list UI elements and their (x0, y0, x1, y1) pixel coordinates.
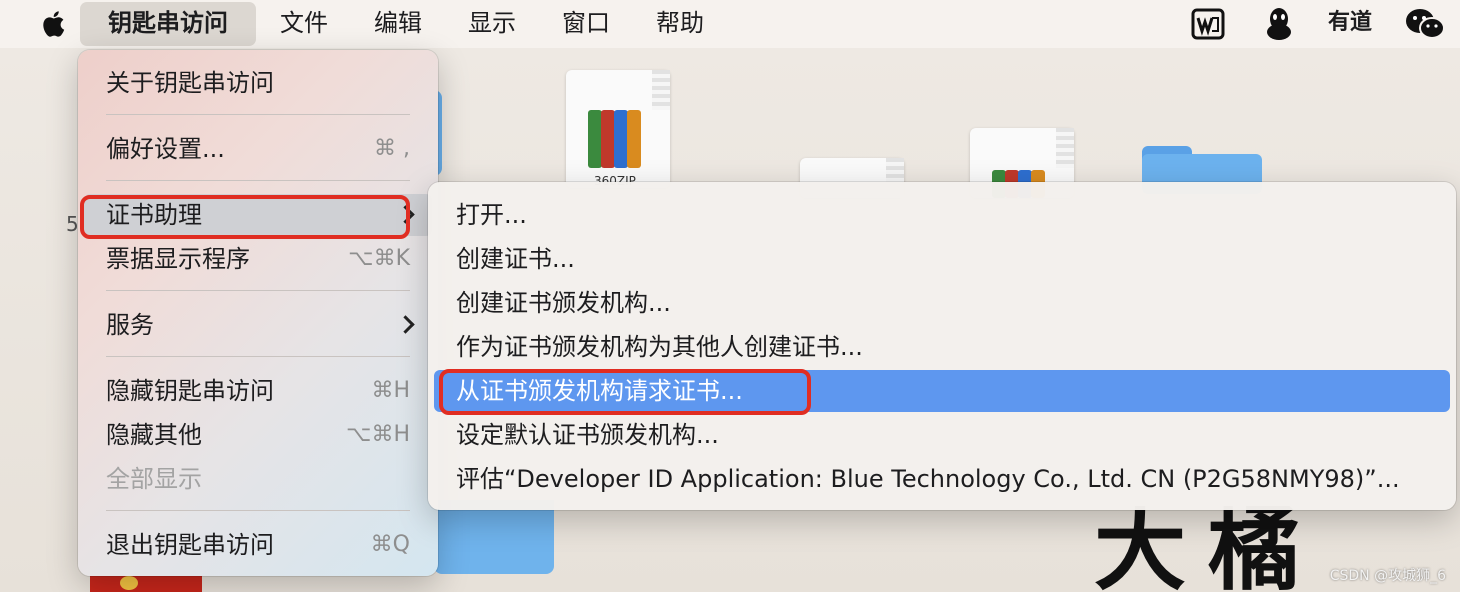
menu-item-label: 隐藏其他 (106, 421, 202, 449)
menu-item-label: 隐藏钥匙串访问 (106, 377, 274, 405)
menu-item-label: 证书助理 (106, 201, 202, 229)
menu-item-ticket-viewer[interactable]: 票据显示程序 ⌥⌘K (84, 238, 432, 280)
menu-separator (106, 114, 410, 115)
shortcut-label: ⌘Q (370, 532, 410, 557)
watermark: CSDN @攻城狮_6 (1329, 568, 1446, 584)
wechat-icon[interactable] (1404, 6, 1446, 42)
submenu-item-create-cert-for-others[interactable]: 作为证书颁发机构为其他人创建证书... (434, 326, 1450, 368)
menu-item-services[interactable]: 服务 (84, 304, 432, 346)
zip-file-icon[interactable]: 360ZIP (566, 70, 670, 188)
menu-item-certificate-assistant[interactable]: 证书助理 (84, 194, 432, 236)
menu-view[interactable]: 显示 (454, 0, 530, 48)
shortcut-label: ⌘ , (374, 136, 410, 161)
folder-icon[interactable] (434, 500, 554, 574)
keychain-access-menu: 关于钥匙串访问 偏好设置... ⌘ , 证书助理 票据显示程序 ⌥⌘K 服务 隐… (78, 50, 438, 576)
chevron-right-icon (396, 205, 415, 224)
menu-item-label: 关于钥匙串访问 (106, 69, 274, 97)
certificate-assistant-submenu: 打开... 创建证书... 创建证书颁发机构... 作为证书颁发机构为其他人创建… (428, 182, 1456, 510)
menu-item-label: 票据显示程序 (106, 245, 250, 273)
menu-file[interactable]: 文件 (266, 0, 342, 48)
menu-separator (106, 510, 410, 511)
menu-separator (106, 356, 410, 357)
menu-item-hide-others[interactable]: 隐藏其他 ⌥⌘H (84, 414, 432, 456)
shortcut-label: ⌥⌘K (348, 246, 410, 271)
submenu-item-evaluate[interactable]: 评估“Developer ID Application: Blue Techno… (434, 458, 1450, 500)
menu-item-label: 服务 (106, 311, 154, 339)
chevron-right-icon (396, 315, 415, 334)
red-thumbnail (90, 574, 202, 592)
menu-bar: 钥匙串访问 文件 编辑 显示 窗口 帮助 有道 (0, 0, 1460, 48)
menu-item-show-all: 全部显示 (84, 458, 432, 500)
qq-icon[interactable] (1264, 6, 1294, 42)
submenu-item-create-certificate[interactable]: 创建证书... (434, 238, 1450, 280)
desktop-text: 5 (66, 212, 79, 236)
menu-help[interactable]: 帮助 (642, 0, 718, 48)
youdao-icon[interactable]: 有道 (1314, 0, 1386, 48)
menu-item-hide[interactable]: 隐藏钥匙串访问 ⌘H (84, 370, 432, 412)
menu-separator (106, 290, 410, 291)
menu-window[interactable]: 窗口 (548, 0, 624, 48)
menu-item-quit[interactable]: 退出钥匙串访问 ⌘Q (84, 524, 432, 566)
folder-icon[interactable] (1142, 146, 1262, 194)
shortcut-label: ⌥⌘H (346, 422, 410, 447)
wps-icon[interactable] (1190, 6, 1226, 42)
apple-icon[interactable] (40, 10, 66, 38)
submenu-item-set-default-ca[interactable]: 设定默认证书颁发机构... (434, 414, 1450, 456)
menu-item-preferences[interactable]: 偏好设置... ⌘ , (84, 128, 432, 170)
menu-keychain-access[interactable]: 钥匙串访问 (80, 2, 256, 46)
submenu-item-open[interactable]: 打开... (434, 194, 1450, 236)
menu-item-label: 全部显示 (106, 465, 202, 493)
submenu-item-request-certificate[interactable]: 从证书颁发机构请求证书... (434, 370, 1450, 412)
menu-separator (106, 180, 410, 181)
shortcut-label: ⌘H (371, 378, 410, 403)
submenu-item-create-ca[interactable]: 创建证书颁发机构... (434, 282, 1450, 324)
menu-item-label: 偏好设置... (106, 135, 225, 163)
menu-edit[interactable]: 编辑 (360, 0, 436, 48)
menu-item-about[interactable]: 关于钥匙串访问 (84, 62, 432, 104)
menu-item-label: 退出钥匙串访问 (106, 531, 274, 559)
